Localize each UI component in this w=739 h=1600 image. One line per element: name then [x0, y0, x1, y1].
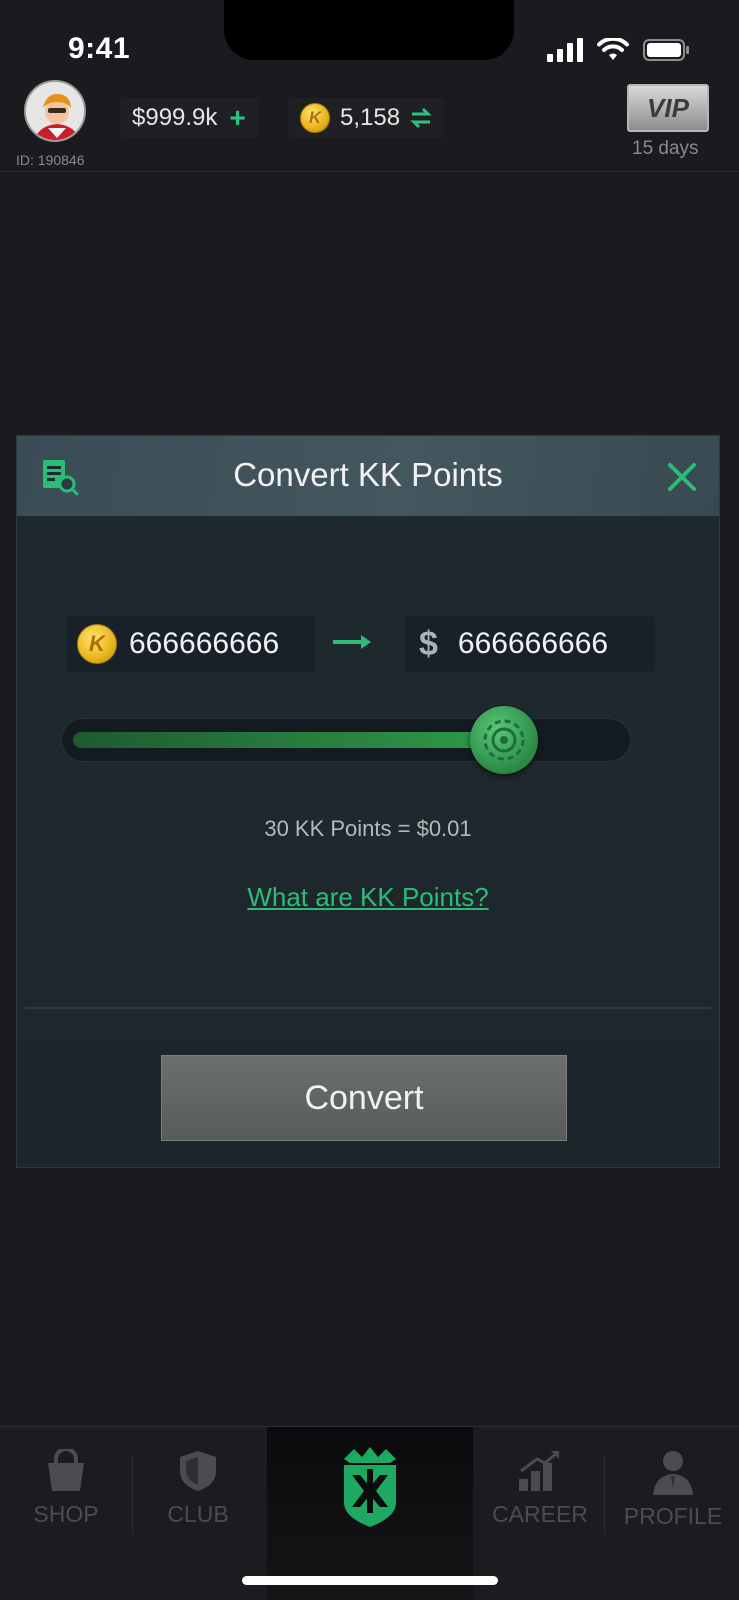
avatar[interactable] [24, 80, 86, 142]
tab-home[interactable] [267, 1427, 473, 1600]
convert-modal: Convert KK Points K 666666666 $ 66666666… [16, 435, 720, 1168]
what-are-kk-points-link[interactable]: What are KK Points? [17, 882, 719, 913]
add-cash-icon[interactable]: + [229, 104, 245, 132]
kk-points-balance: K 5,158 [288, 98, 445, 138]
swap-icon[interactable] [410, 107, 432, 129]
arrow-right-icon [333, 635, 371, 649]
shopping-bag-icon [48, 1449, 84, 1491]
modal-divider [25, 1007, 711, 1009]
cash-amount-value: 666666666 [457, 627, 609, 660]
slider-handle[interactable] [470, 706, 539, 774]
tab-club[interactable]: CLUB [150, 1427, 246, 1547]
home-indicator[interactable] [242, 1576, 498, 1585]
user-id: ID: 190846 [16, 152, 85, 168]
conversion-rate: 30 KK Points = $0.01 [264, 816, 472, 841]
kk-coin-icon: K [77, 624, 117, 664]
tab-shop-label: SHOP [33, 1501, 99, 1527]
status-bar: 9:41 [0, 0, 739, 80]
modal-header: Convert KK Points [17, 436, 719, 516]
tab-club-label: CLUB [167, 1501, 229, 1527]
vip-badge[interactable]: VIP [627, 84, 709, 132]
tab-shop[interactable]: SHOP [18, 1427, 114, 1547]
kk-amount-field[interactable]: K 666666666 [67, 616, 315, 672]
slider-fill [73, 732, 505, 748]
top-header: ID: 190846 $999.9k + K 5,158 VIP 15 days [0, 76, 739, 172]
cash-value: $999.9k [132, 104, 218, 131]
device-notch [224, 0, 514, 60]
tab-career[interactable]: CAREER [490, 1427, 590, 1547]
tab-profile[interactable]: PROFILE [618, 1427, 728, 1547]
person-icon [653, 1451, 693, 1495]
bottom-tab-bar: SHOP CLUB CAREER PROFILE [0, 1426, 739, 1600]
close-icon[interactable] [667, 462, 697, 492]
poker-chip-icon [483, 719, 525, 761]
vip-label: VIP [647, 92, 689, 123]
kk-points-value: 5,158 [340, 104, 401, 131]
status-time: 9:41 [68, 32, 131, 65]
wifi-icon [597, 38, 629, 60]
kk-coin-icon: K [300, 103, 330, 133]
shield-icon [180, 1451, 216, 1491]
cellular-signal-icon [547, 38, 583, 62]
tab-divider [132, 1455, 133, 1535]
status-icons [547, 38, 691, 62]
avatar-portrait-icon [26, 82, 84, 140]
dollar-icon: $ [419, 624, 438, 663]
career-chart-icon [519, 1451, 559, 1491]
vip-days: 15 days [632, 138, 699, 159]
modal-title: Convert KK Points [233, 456, 503, 493]
conversion-slider[interactable] [61, 706, 631, 774]
kk-logo-icon [344, 1447, 396, 1527]
tab-career-label: CAREER [492, 1501, 588, 1527]
cash-amount-field: $ 666666666 [405, 616, 655, 672]
tab-profile-label: PROFILE [623, 1503, 723, 1529]
battery-icon [643, 39, 689, 61]
tab-divider [604, 1455, 605, 1535]
kk-amount-value: 666666666 [129, 627, 280, 660]
convert-button[interactable]: Convert [161, 1055, 567, 1141]
cash-balance: $999.9k + [120, 98, 258, 138]
